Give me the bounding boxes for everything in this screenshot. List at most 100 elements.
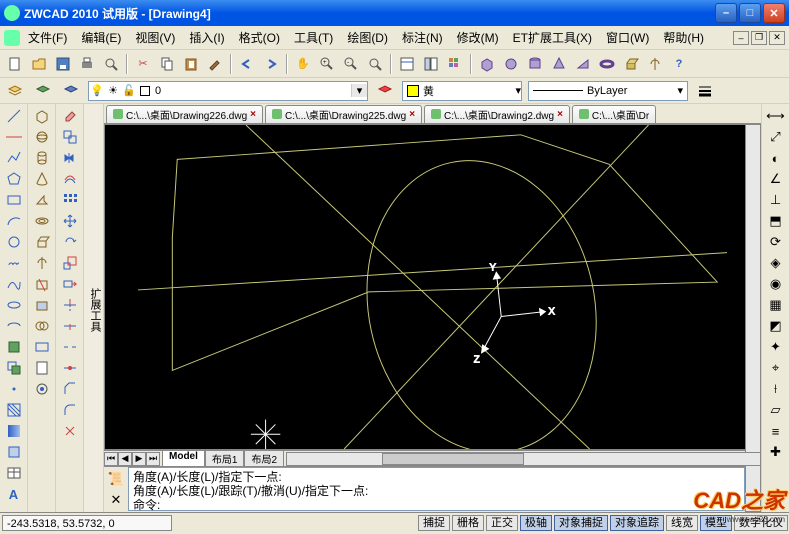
cut-button[interactable]: ✂ bbox=[132, 53, 154, 75]
ellipse-tool[interactable] bbox=[3, 295, 25, 315]
minimize-button[interactable]: – bbox=[715, 3, 737, 23]
status-5[interactable]: 对象追踪 bbox=[610, 515, 664, 531]
status-4[interactable]: 对象捕捉 bbox=[554, 515, 608, 531]
id-button[interactable]: ✚ bbox=[765, 442, 787, 462]
gradient-tool[interactable] bbox=[3, 421, 25, 441]
3d-cylinder-button[interactable] bbox=[31, 148, 53, 168]
mdi-restore-button[interactable]: ❐ bbox=[751, 31, 767, 45]
setup-drawing-button[interactable] bbox=[31, 358, 53, 378]
sphere-3d-button[interactable] bbox=[500, 53, 522, 75]
make-block-tool[interactable] bbox=[3, 358, 25, 378]
menu-dimension[interactable]: 标注(N) bbox=[396, 27, 449, 48]
polyline-tool[interactable] bbox=[3, 148, 25, 168]
save-button[interactable] bbox=[52, 53, 74, 75]
drawing-canvas[interactable]: X Y Z bbox=[104, 124, 761, 450]
join-tool[interactable] bbox=[59, 358, 81, 378]
list-button[interactable]: ≡ bbox=[765, 421, 787, 441]
section-button[interactable] bbox=[31, 295, 53, 315]
tab-last-button[interactable]: ⏭ bbox=[146, 452, 160, 466]
properties-button[interactable] bbox=[396, 53, 418, 75]
insert-block-tool[interactable] bbox=[3, 337, 25, 357]
print-button[interactable] bbox=[76, 53, 98, 75]
mirror-tool[interactable] bbox=[59, 148, 81, 168]
3d-torus-button[interactable] bbox=[31, 211, 53, 231]
horizontal-scrollbar[interactable] bbox=[286, 452, 761, 466]
revcloud-tool[interactable] bbox=[3, 253, 25, 273]
point-tool[interactable] bbox=[3, 379, 25, 399]
extrude-button[interactable] bbox=[620, 53, 642, 75]
menu-draw[interactable]: 绘图(D) bbox=[341, 27, 394, 48]
hatch-tool[interactable] bbox=[3, 400, 25, 420]
move-tool[interactable] bbox=[59, 211, 81, 231]
linetype-dropdown[interactable]: ByLayer ▾ bbox=[528, 81, 688, 101]
copy-button[interactable] bbox=[156, 53, 178, 75]
hide-button[interactable]: ▦ bbox=[765, 295, 787, 315]
copy-tool[interactable] bbox=[59, 127, 81, 147]
dim-radius-button[interactable]: ◐ bbox=[765, 148, 787, 168]
region-tool[interactable] bbox=[3, 442, 25, 462]
cmd-history-button[interactable]: 📜 bbox=[105, 469, 127, 489]
print-preview-button[interactable] bbox=[100, 53, 122, 75]
menu-window[interactable]: 窗口(W) bbox=[600, 27, 655, 48]
make-layer-current-button[interactable] bbox=[374, 80, 396, 102]
table-tool[interactable] bbox=[3, 463, 25, 483]
tab-close-icon[interactable]: × bbox=[250, 109, 256, 120]
erase-tool[interactable] bbox=[59, 106, 81, 126]
3d-cone-button[interactable] bbox=[31, 169, 53, 189]
mdi-minimize-button[interactable]: – bbox=[733, 31, 749, 45]
dist-button[interactable]: ⟊ bbox=[765, 379, 787, 399]
3d-box-button[interactable] bbox=[31, 106, 53, 126]
menu-modify[interactable]: 修改(M) bbox=[451, 27, 505, 48]
layout1-tab[interactable]: 布局1 bbox=[205, 451, 245, 467]
extrude-button2[interactable] bbox=[31, 232, 53, 252]
status-6[interactable]: 线宽 bbox=[666, 515, 698, 531]
menu-tools[interactable]: 工具(T) bbox=[288, 27, 339, 48]
circle-tool[interactable] bbox=[3, 232, 25, 252]
slice-button[interactable] bbox=[31, 274, 53, 294]
match-properties-button[interactable] bbox=[204, 53, 226, 75]
color-dropdown[interactable]: 黄 ▾ bbox=[402, 81, 522, 101]
arc-tool[interactable] bbox=[3, 211, 25, 231]
drawing-tab[interactable]: C:\...\桌面\Drawing2.dwg× bbox=[424, 105, 570, 123]
dim-linear-button[interactable]: ⟷ bbox=[765, 106, 787, 126]
layer-properties-button[interactable] bbox=[4, 80, 26, 102]
shade-button[interactable]: ◩ bbox=[765, 316, 787, 336]
undo-button[interactable] bbox=[236, 53, 258, 75]
status-0[interactable]: 捕捉 bbox=[418, 515, 450, 531]
menu-et-tools[interactable]: ET扩展工具(X) bbox=[507, 27, 598, 48]
paste-button[interactable] bbox=[180, 53, 202, 75]
tab-next-button[interactable]: ▶ bbox=[132, 452, 146, 466]
setup-profile-button[interactable] bbox=[31, 337, 53, 357]
drawing-tab[interactable]: C:\...\桌面\Dr bbox=[572, 105, 656, 123]
render-button[interactable]: ✦ bbox=[765, 337, 787, 357]
dim-angular-button[interactable]: ∠ bbox=[765, 169, 787, 189]
3d-orbit-button[interactable]: ◉ bbox=[765, 274, 787, 294]
drawing-tab[interactable]: C:\...\桌面\Drawing226.dwg× bbox=[106, 105, 263, 123]
status-8[interactable]: 数字化仪 bbox=[734, 515, 788, 531]
rectangle-tool[interactable] bbox=[3, 190, 25, 210]
dim-aligned-button[interactable]: ⤢ bbox=[765, 127, 787, 147]
menu-format[interactable]: 格式(O) bbox=[233, 27, 286, 48]
et-panel-tab[interactable]: 扩展工具 bbox=[84, 104, 104, 512]
command-input[interactable]: 角度(A)/长度(L)/指定下一点: 角度(A)/长度(L)/跟踪(T)/撤消(… bbox=[128, 467, 745, 511]
menu-file[interactable]: 文件(F) bbox=[22, 27, 73, 48]
rotate-tool[interactable] bbox=[59, 232, 81, 252]
revolve-button2[interactable] bbox=[31, 253, 53, 273]
tab-first-button[interactable]: ⏮ bbox=[104, 452, 118, 466]
construction-line-tool[interactable] bbox=[3, 127, 25, 147]
scale-tool[interactable] bbox=[59, 253, 81, 273]
array-tool[interactable] bbox=[59, 190, 81, 210]
3d-wedge-button[interactable] bbox=[31, 190, 53, 210]
status-2[interactable]: 正交 bbox=[486, 515, 518, 531]
mdi-close-button[interactable]: ✕ bbox=[769, 31, 785, 45]
new-button[interactable] bbox=[4, 53, 26, 75]
chamfer-tool[interactable] bbox=[59, 379, 81, 399]
maximize-button[interactable]: □ bbox=[739, 3, 761, 23]
layer-states-button[interactable] bbox=[32, 80, 54, 102]
extend-tool[interactable] bbox=[59, 316, 81, 336]
zoom-realtime-button[interactable]: + bbox=[316, 53, 338, 75]
tab-prev-button[interactable]: ◀ bbox=[118, 452, 132, 466]
cone-3d-button[interactable] bbox=[548, 53, 570, 75]
coordinates-display[interactable]: -243.5318, 53.5732, 0 bbox=[2, 515, 172, 531]
setup-view-button[interactable] bbox=[31, 379, 53, 399]
